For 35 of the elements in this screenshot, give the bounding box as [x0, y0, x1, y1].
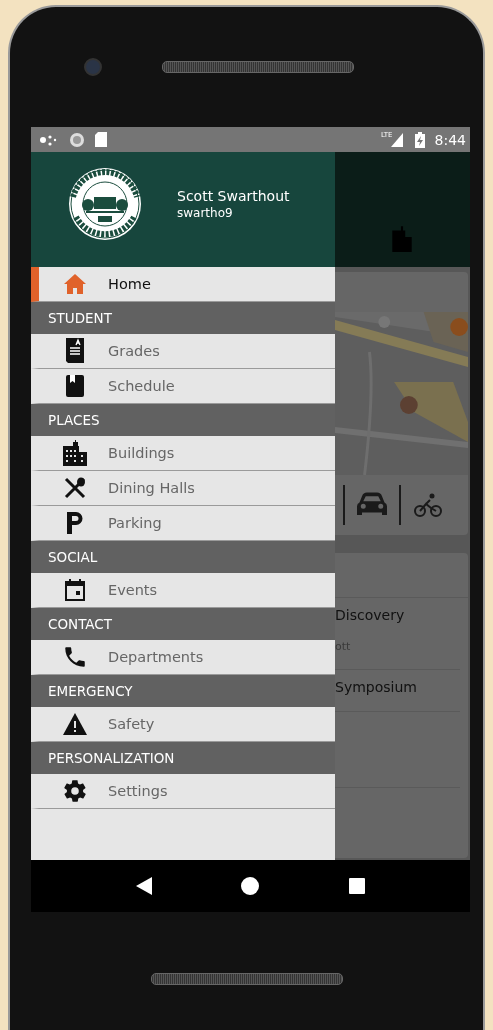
recents-button[interactable]: [349, 878, 366, 894]
camera-lens: [84, 58, 102, 76]
car-icon: [357, 492, 387, 518]
back-button[interactable]: [135, 877, 152, 895]
battery-icon: [414, 131, 425, 148]
home-button[interactable]: [241, 877, 260, 895]
spoon-and-knife-icon: [64, 477, 86, 499]
home-icon: [64, 274, 86, 294]
username: swartho9: [177, 205, 234, 220]
event-title: Discovery: [335, 607, 406, 623]
document-icon: [66, 338, 84, 364]
section-header: SOCIAL: [31, 541, 335, 573]
section-header: PERSONALIZATION: [31, 742, 335, 774]
menu-item[interactable]: Dining Halls: [31, 471, 335, 506]
bicycle-icon: [413, 492, 443, 518]
clock: 8:44: [434, 131, 466, 148]
menu-item[interactable]: Settings: [31, 774, 335, 809]
calendar-icon: [65, 579, 85, 601]
sd-card-icon: [95, 132, 107, 147]
buildings-icon: [63, 440, 87, 466]
book-icon: [66, 375, 84, 397]
warning-icon: [63, 713, 87, 735]
signal-icon: [390, 132, 403, 147]
menu-item[interactable]: Buildings: [31, 436, 335, 471]
user-name: Scott Swarthout: [177, 187, 290, 204]
parking-icon: [67, 512, 83, 534]
section-header: EMERGENCY: [31, 675, 335, 707]
circle-icon: [69, 131, 85, 148]
event-title: Symposium: [335, 679, 418, 695]
section-header: PLACES: [31, 404, 335, 436]
settings-icon: [62, 778, 88, 804]
menu-item[interactable]: Grades: [31, 334, 335, 369]
section-header: CONTACT: [31, 608, 335, 640]
section-header: STUDENT: [31, 302, 335, 334]
buildings-icon: [389, 224, 415, 252]
